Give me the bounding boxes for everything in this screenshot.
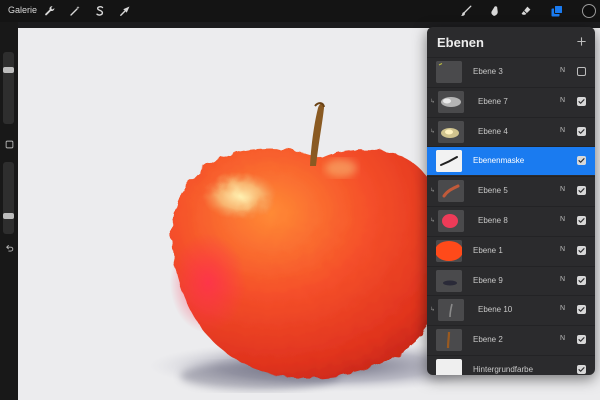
selection-s-icon[interactable]	[92, 3, 108, 19]
layer-name: Ebene 2	[473, 335, 503, 345]
clipping-mask-icon: ↳	[430, 128, 436, 135]
layer-row[interactable]: ↳ Ebene 8 N	[427, 206, 595, 235]
smudge-icon[interactable]	[487, 3, 503, 19]
blend-mode-label[interactable]: N	[560, 305, 565, 312]
layer-row[interactable]: Ebene 1 N	[427, 235, 595, 265]
layer-thumbnail	[436, 239, 462, 262]
plus-icon[interactable]	[573, 33, 589, 49]
layer-thumbnail	[438, 299, 464, 322]
blend-mode-label[interactable]: N	[560, 67, 565, 74]
layers-panel-title: Ebenen	[437, 35, 484, 50]
layer-row[interactable]: ↳ Ebene 4 N	[427, 116, 595, 146]
layers-panel-header: Ebenen	[427, 27, 595, 57]
clipping-mask-icon: ↳	[430, 188, 436, 195]
blend-mode-label[interactable]: N	[560, 216, 565, 223]
blend-mode-label[interactable]: N	[560, 127, 565, 134]
eraser-icon[interactable]	[518, 3, 534, 19]
modify-square-icon[interactable]	[3, 138, 15, 150]
magic-wand-icon[interactable]	[67, 3, 83, 19]
layer-name: Ebene 4	[478, 126, 508, 136]
blend-mode-label[interactable]: N	[560, 246, 565, 253]
visibility-checkbox[interactable]	[577, 245, 586, 255]
layer-thumbnail	[436, 61, 462, 83]
layer-name: Ebene 9	[473, 275, 503, 285]
blend-mode-label[interactable]: N	[560, 335, 565, 342]
layer-name: Ebene 10	[478, 305, 513, 315]
brush-icon[interactable]	[458, 3, 474, 19]
layers-icon[interactable]	[549, 3, 565, 19]
visibility-checkbox[interactable]	[577, 216, 586, 225]
layer-row[interactable]: Ebene 3 N	[427, 57, 595, 86]
layer-name: Ebene 5	[478, 186, 508, 196]
layer-row[interactable]: ↳ Ebene 7 N	[427, 86, 595, 116]
visibility-checkbox[interactable]	[577, 335, 586, 345]
layer-thumbnail	[436, 150, 462, 173]
layer-row[interactable]: ↳ Ebene 5 N	[427, 176, 595, 205]
transform-arrow-icon[interactable]	[117, 3, 133, 19]
layers-panel: Ebenen Ebene 3 N ↳ Ebene 7 N ↳ Ebene 4 N…	[427, 27, 595, 375]
visibility-checkbox[interactable]	[577, 186, 586, 196]
brush-size-thumb[interactable]	[3, 66, 14, 73]
brush-size-slider[interactable]	[3, 52, 14, 124]
layer-name: Ebene 7	[478, 96, 508, 106]
layer-row-selected[interactable]: Ebenenmaske	[427, 146, 595, 176]
layer-name: Ebenenmaske	[473, 156, 525, 166]
layer-thumbnail	[438, 180, 464, 203]
layer-thumbnail	[438, 90, 464, 113]
visibility-checkbox[interactable]	[577, 126, 586, 136]
clipping-mask-icon: ↳	[430, 307, 436, 314]
layer-row[interactable]: Ebene 9 N	[427, 265, 595, 295]
visibility-checkbox[interactable]	[577, 156, 586, 166]
gallery-button[interactable]: Galerie	[8, 5, 37, 15]
visibility-checkbox[interactable]	[577, 96, 586, 106]
opacity-slider[interactable]	[3, 162, 14, 234]
opacity-thumb[interactable]	[3, 213, 14, 220]
layer-thumbnail	[438, 210, 464, 232]
clipping-mask-icon: ↳	[430, 218, 436, 224]
visibility-checkbox[interactable]	[577, 305, 586, 315]
blend-mode-label[interactable]: N	[560, 186, 565, 193]
layer-row[interactable]: Hintergrundfarbe	[427, 355, 595, 375]
layer-row[interactable]: ↳ Ebene 10 N	[427, 295, 595, 324]
wrench-icon[interactable]	[42, 3, 58, 19]
top-toolbar: Galerie	[0, 0, 600, 22]
visibility-checkbox[interactable]	[577, 275, 586, 285]
blend-mode-label[interactable]: N	[560, 276, 565, 283]
layer-name: Hintergrundfarbe	[473, 365, 534, 374]
layer-thumbnail	[436, 359, 462, 375]
layer-name: Ebene 3	[473, 67, 503, 76]
layer-thumbnail	[438, 120, 464, 143]
clipping-mask-icon: ↳	[430, 98, 436, 105]
color-picker-swatch[interactable]	[582, 4, 596, 18]
undo-icon[interactable]	[3, 242, 15, 254]
visibility-checkbox[interactable]	[577, 67, 586, 76]
layer-thumbnail	[436, 269, 462, 292]
visibility-checkbox[interactable]	[577, 365, 586, 374]
layer-name: Ebene 1	[473, 245, 503, 255]
blend-mode-label[interactable]: N	[560, 97, 565, 104]
layer-name: Ebene 8	[478, 216, 508, 225]
layer-thumbnail	[436, 329, 462, 352]
left-sidebar	[0, 22, 18, 400]
layer-row[interactable]: Ebene 2 N	[427, 325, 595, 354]
